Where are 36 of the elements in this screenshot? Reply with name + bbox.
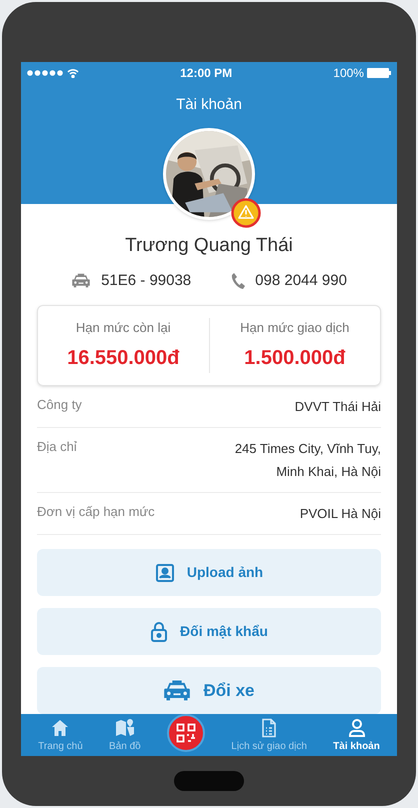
signal-icon xyxy=(27,70,63,76)
battery-percent: 100% xyxy=(333,65,364,82)
detail-value: 245 Times City, Vĩnh Tuy, Minh Khai, Hà Nội xyxy=(234,440,381,481)
status-time: 12:00 PM xyxy=(180,65,232,82)
license-plate: 51E6 - 99038 xyxy=(101,271,192,291)
limit-amount: 16.550.000đ xyxy=(67,346,180,371)
battery-icon xyxy=(366,68,391,78)
detail-value: PVOIL Hà Nội xyxy=(300,505,381,523)
tab-item[interactable]: Tài khoản xyxy=(333,718,380,754)
detail-value: DVVT Thái Hải xyxy=(294,398,381,416)
limit-amount: 1.500.000đ xyxy=(244,346,346,371)
wifi-icon xyxy=(67,68,79,78)
phone-number: 098 2044 990 xyxy=(255,271,347,291)
action-button[interactable]: Upload ảnh xyxy=(37,549,381,596)
screen-title: Tài khoản xyxy=(176,95,242,115)
taxi-icon xyxy=(163,678,192,702)
detail-label: Địa chỉ xyxy=(37,438,77,456)
action-button[interactable]: Đổi xe xyxy=(37,667,381,714)
map-pin-icon xyxy=(114,718,135,738)
tab-item[interactable]: Lịch sử giao dịch xyxy=(231,718,307,754)
limit-label: Hạn mức giao dịch xyxy=(240,318,350,337)
user-icon xyxy=(346,718,367,738)
car-icon xyxy=(71,273,92,290)
qr-code-icon xyxy=(176,723,196,743)
qr-scan-button[interactable] xyxy=(167,714,206,752)
limit-label: Hạn mức còn lại xyxy=(76,318,171,336)
tab-item[interactable]: Bản đồ xyxy=(109,718,141,754)
phone-icon xyxy=(231,273,246,290)
home-icon xyxy=(50,718,70,738)
portrait-icon xyxy=(154,562,175,582)
action-button[interactable]: Đối mật khẩu xyxy=(37,608,381,655)
lock-icon xyxy=(150,622,168,642)
driver-name: Trương Quang Thái xyxy=(125,234,293,258)
detail-label: Công ty xyxy=(37,396,82,414)
tab-item[interactable]: Trang chủ xyxy=(38,718,83,754)
detail-label: Đơn vị cấp hạn mức xyxy=(37,503,155,521)
